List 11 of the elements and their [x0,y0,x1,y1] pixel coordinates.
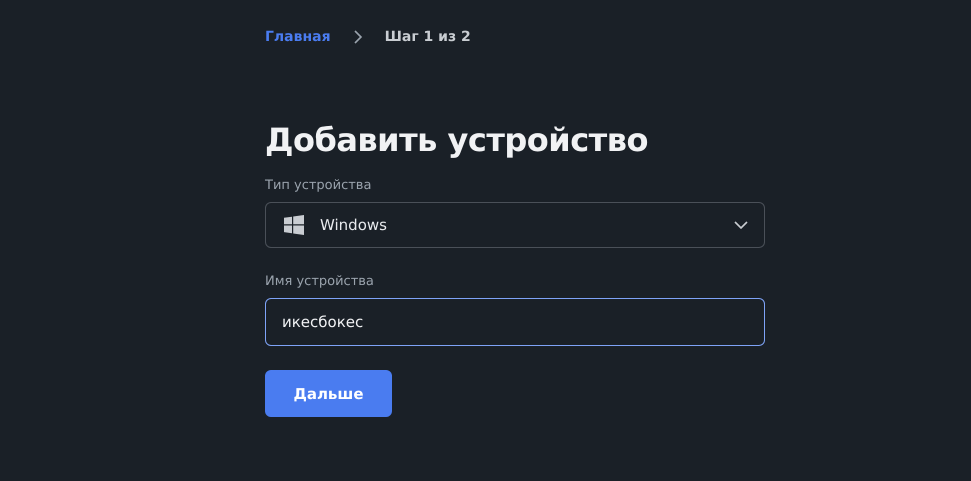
device-type-select[interactable]: Windows [265,202,765,248]
breadcrumb-link[interactable]: Главная [265,29,331,45]
field-label: Тип устройства [265,178,372,193]
next-button[interactable]: Дальше [265,370,392,417]
device-name-field[interactable]: икесбокес [265,298,765,346]
page-title: Добавить устройство [265,120,649,160]
chevron-down-icon [734,221,748,229]
chevron-right-icon [352,29,363,45]
breadcrumb-current: Шаг 1 из 2 [384,29,471,45]
field-label: Имя устройства [265,274,374,289]
windows-icon [284,215,304,235]
